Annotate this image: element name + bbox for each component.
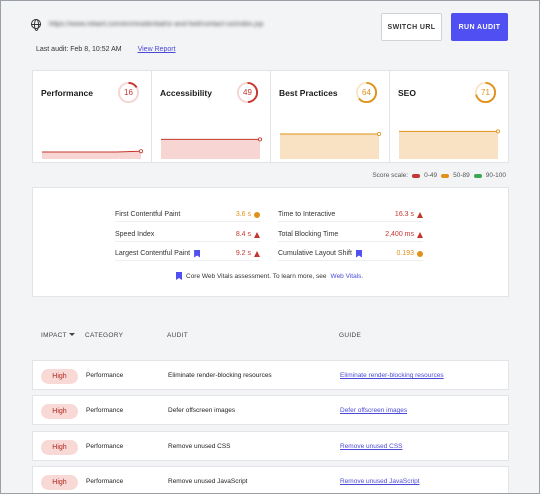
category-cell: Performance xyxy=(86,443,124,450)
impact-badge: High xyxy=(41,369,78,384)
card-title: Best Practices xyxy=(279,88,338,98)
metric-label: Speed Index xyxy=(115,231,155,238)
switch-url-button[interactable]: SWITCH URL xyxy=(381,13,442,41)
metric-value: 9.2 s xyxy=(235,250,251,257)
trend-line xyxy=(42,150,142,153)
red-dot-icon xyxy=(412,173,421,178)
score-scale-legend: Score scale: 0-49 50-89 90-100 xyxy=(372,172,506,179)
sort-caret-icon xyxy=(68,333,75,336)
guide-link[interactable]: Defer offscreen images xyxy=(340,407,407,414)
metric-value: 3.6 s xyxy=(235,211,251,218)
scale-low: 0-49 xyxy=(424,172,438,179)
score-cards: Performance 16 Accessibility 49 Best Pra… xyxy=(32,70,509,163)
info-circle-icon xyxy=(417,250,423,257)
warning-triangle-icon xyxy=(254,250,260,257)
impact-column-header[interactable]: IMPACT xyxy=(41,332,75,339)
score-value: 49 xyxy=(243,88,252,97)
impact-badge: High xyxy=(41,440,78,455)
score-value: 71 xyxy=(481,88,490,97)
score-trend-chart xyxy=(161,137,263,159)
last-audit-row: Last audit: Feb 8, 10:52 AM View Report xyxy=(36,46,176,53)
metric-value: 2,400 ms xyxy=(385,231,414,238)
run-audit-button[interactable]: RUN AUDIT xyxy=(451,13,508,41)
bookmark-icon xyxy=(176,272,182,280)
app-frame: https://www.reliant.com/en/residential/s… xyxy=(0,0,540,494)
impact-badge: High xyxy=(41,404,78,419)
trend-point xyxy=(139,149,144,154)
last-audit-text: Last audit: Feb 8, 10:52 AM xyxy=(36,46,122,53)
score-value: 16 xyxy=(124,88,133,97)
metric-speed-index: Speed Index 8.4 s xyxy=(115,228,260,242)
audit-cell: Eliminate render-blocking resources xyxy=(168,372,272,379)
url-row: https://www.reliant.com/en/residential/s… xyxy=(31,19,264,31)
score-trend-chart xyxy=(42,149,144,159)
audit-cell: Remove unused JavaScript xyxy=(168,478,248,485)
score-card-performance[interactable]: Performance 16 xyxy=(33,71,152,162)
metric-label: Total Blocking Time xyxy=(278,231,339,238)
guide-column-header: GUIDE xyxy=(339,332,362,339)
metric-time-to-interactive: Time to Interactive 16.3 s xyxy=(278,208,423,222)
metric-total-blocking-time: Total Blocking Time 2,400 ms xyxy=(278,228,423,242)
warning-triangle-icon xyxy=(254,231,260,238)
bookmark-icon xyxy=(355,249,362,258)
score-value: 64 xyxy=(362,88,371,97)
cwv-text: Core Web Vitals assessment. To learn mor… xyxy=(186,272,327,280)
green-dot-icon xyxy=(473,173,482,178)
warning-triangle-icon xyxy=(417,231,423,238)
trend-area xyxy=(399,131,498,159)
metric-value: 8.4 s xyxy=(235,231,251,238)
score-card-seo[interactable]: SEO 71 xyxy=(390,71,508,162)
category-cell: Performance xyxy=(86,372,124,379)
audit-cell: Defer offscreen images xyxy=(168,407,236,414)
card-title: Accessibility xyxy=(160,88,212,98)
warning-triangle-icon xyxy=(417,211,423,218)
scale-high: 90-100 xyxy=(485,172,506,179)
trend-area xyxy=(280,134,379,159)
category-cell: Performance xyxy=(86,478,124,485)
table-row[interactable]: High Performance Remove unused JavaScrip… xyxy=(32,466,509,493)
core-web-vitals-note: Core Web Vitals assessment. To learn mor… xyxy=(176,272,363,280)
metric-largest-contentful-paint: Largest Contentful Paint 9.2 s xyxy=(115,247,260,261)
impact-header-label: IMPACT xyxy=(41,332,67,339)
metric-cumulative-layout-shift: Cumulative Layout Shift 0.193 xyxy=(278,247,423,261)
orange-dot-icon xyxy=(441,173,450,178)
score-trend-chart xyxy=(399,129,501,159)
trend-point xyxy=(377,131,382,136)
audit-cell: Remove unused CSS xyxy=(168,443,231,450)
score-card-best-practices[interactable]: Best Practices 64 xyxy=(271,71,390,162)
metric-value: 16.3 s xyxy=(394,211,414,218)
trend-point xyxy=(496,129,501,134)
impact-badge: High xyxy=(41,475,78,490)
bookmark-icon xyxy=(194,249,201,258)
globe-icon xyxy=(31,19,41,31)
guide-link[interactable]: Eliminate render-blocking resources xyxy=(340,372,444,379)
table-row[interactable]: High Performance Remove unused CSS Remov… xyxy=(32,431,509,461)
page-url: https://www.reliant.com/en/residential/s… xyxy=(49,20,264,28)
metric-label: Time to Interactive xyxy=(278,211,336,218)
metric-label: First Contentful Paint xyxy=(115,211,181,218)
metric-label: Cumulative Layout Shift xyxy=(278,250,352,257)
score-trend-chart xyxy=(280,131,382,159)
guide-link[interactable]: Remove unused CSS xyxy=(340,443,403,450)
category-cell: Performance xyxy=(86,407,124,414)
metric-value: 0.193 xyxy=(396,250,414,257)
score-scale-label: Score scale: xyxy=(372,172,409,179)
metric-label: Largest Contentful Paint xyxy=(115,250,191,257)
metric-first-contentful-paint: First Contentful Paint 3.6 s xyxy=(115,208,260,222)
web-vitals-link[interactable]: Web Vitals. xyxy=(331,273,364,280)
table-row[interactable]: High Performance Eliminate render-blocki… xyxy=(32,360,509,390)
info-circle-icon xyxy=(254,211,260,218)
trend-area xyxy=(161,139,260,159)
audit-column-header: AUDIT xyxy=(167,332,188,339)
scale-mid: 50-89 xyxy=(453,172,470,179)
guide-link[interactable]: Remove unused JavaScript xyxy=(340,478,420,485)
card-title: SEO xyxy=(398,88,416,98)
trend-point xyxy=(258,137,263,142)
view-report-link[interactable]: View Report xyxy=(138,46,176,53)
score-card-accessibility[interactable]: Accessibility 49 xyxy=(152,71,271,162)
table-row[interactable]: High Performance Defer offscreen images … xyxy=(32,395,509,425)
card-title: Performance xyxy=(41,88,93,98)
category-column-header: CATEGORY xyxy=(85,332,124,339)
metrics-panel: First Contentful Paint 3.6 s Speed Index… xyxy=(32,187,509,297)
